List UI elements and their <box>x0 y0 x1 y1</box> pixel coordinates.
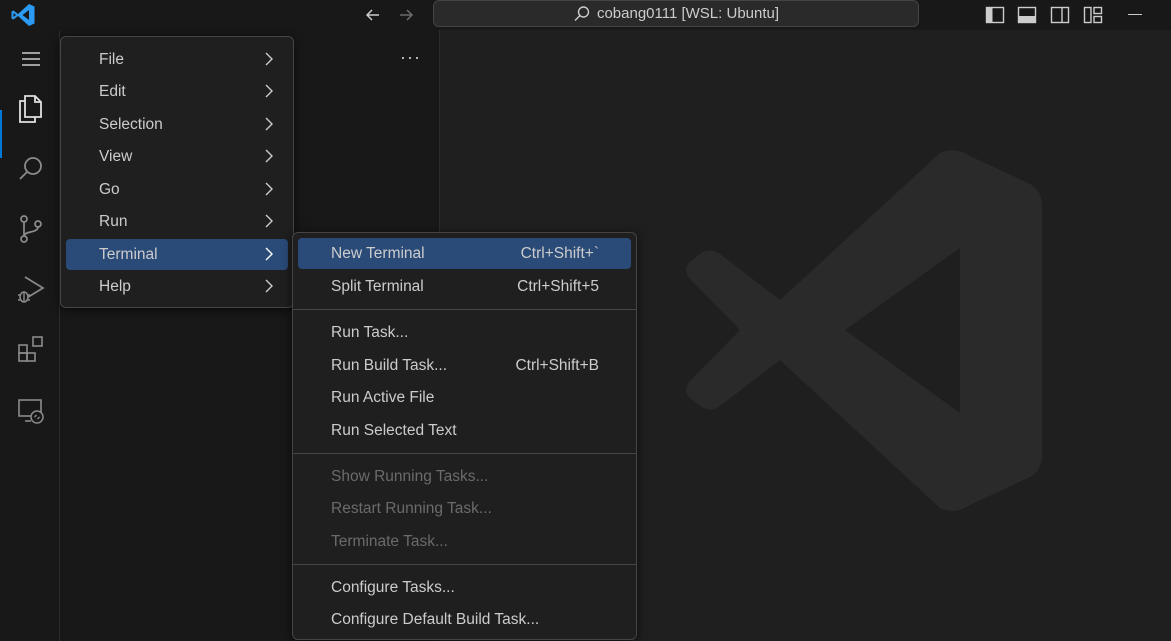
chevron-right-icon <box>265 247 273 261</box>
vscode-watermark-icon <box>686 150 1042 511</box>
menu-item-edit[interactable]: Edit <box>66 76 288 107</box>
customize-layout-icon[interactable] <box>1083 5 1103 25</box>
menu-item-help[interactable]: Help <box>66 271 288 302</box>
menu-item-run-selected-text[interactable]: Run Selected Text <box>298 415 631 446</box>
menu-item-run-active-file[interactable]: Run Active File <box>298 382 631 413</box>
menu-item-label: Run <box>99 212 128 230</box>
menu-item-new-terminal[interactable]: New Terminal Ctrl+Shift+` <box>298 238 631 269</box>
toggle-secondary-sidebar-icon[interactable] <box>1050 5 1070 25</box>
more-actions-button[interactable]: ··· <box>400 47 421 68</box>
shortcut-label: Ctrl+Shift+5 <box>517 277 599 295</box>
menu-separator <box>293 309 636 310</box>
menu-item-label: Go <box>99 180 120 198</box>
chevron-right-icon <box>265 279 273 293</box>
extensions-button[interactable] <box>12 330 50 368</box>
chevron-right-icon <box>265 84 273 98</box>
command-center-label: cobang0111 [WSL: Ubuntu] <box>596 5 780 22</box>
arrow-left-icon <box>365 9 379 21</box>
menu-item-label: Split Terminal <box>331 277 424 295</box>
remote-explorer-button[interactable] <box>12 392 50 430</box>
menu-item-file[interactable]: File <box>66 44 288 75</box>
menu-separator <box>293 453 636 454</box>
menu-item-configure-default-build-task[interactable]: Configure Default Build Task... <box>298 604 631 635</box>
menu-item-show-running-tasks: Show Running Tasks... <box>298 461 631 492</box>
chevron-right-icon <box>265 117 273 131</box>
menu-item-label: File <box>99 50 124 68</box>
menu-item-label: Terminate Task... <box>331 532 448 550</box>
menu-item-restart-running-task: Restart Running Task... <box>298 493 631 524</box>
menu-item-label: Show Running Tasks... <box>331 467 489 485</box>
terminal-submenu: New Terminal Ctrl+Shift+` Split Terminal… <box>292 232 637 640</box>
search-icon <box>19 157 42 180</box>
menu-separator <box>293 564 636 565</box>
arrow-right-icon <box>400 9 414 21</box>
menu-item-label: Selection <box>99 115 163 133</box>
menu-item-label: Edit <box>99 82 126 100</box>
extensions-icon <box>18 336 43 362</box>
activity-bar <box>0 30 60 641</box>
menu-item-label: Help <box>99 277 131 295</box>
menu-item-label: Run Task... <box>331 323 409 341</box>
title-bar: cobang0111 [WSL: Ubuntu] <box>0 0 1171 30</box>
menu-icon <box>22 52 40 66</box>
toggle-primary-sidebar-icon[interactable] <box>985 5 1005 25</box>
shortcut-label: Ctrl+Shift+` <box>520 244 599 262</box>
menu-item-split-terminal[interactable]: Split Terminal Ctrl+Shift+5 <box>298 271 631 302</box>
menu-item-label: Restart Running Task... <box>331 499 492 517</box>
menu-item-label: Configure Tasks... <box>331 578 455 596</box>
menu-item-view[interactable]: View <box>66 141 288 172</box>
menu-item-label: New Terminal <box>331 244 425 262</box>
chevron-right-icon <box>265 214 273 228</box>
chevron-right-icon <box>265 182 273 196</box>
explorer-button[interactable] <box>12 90 50 128</box>
menu-item-run[interactable]: Run <box>66 206 288 237</box>
menu-item-selection[interactable]: Selection <box>66 109 288 140</box>
run-debug-button[interactable] <box>12 270 50 308</box>
menu-item-terminate-task: Terminate Task... <box>298 526 631 557</box>
go-back-button[interactable] <box>362 4 384 26</box>
chevron-right-icon <box>265 52 273 66</box>
active-indicator <box>0 110 2 158</box>
menu-item-label: Run Active File <box>331 388 435 406</box>
minimize-icon[interactable] <box>1128 14 1142 15</box>
vscode-logo-icon <box>11 4 35 26</box>
chevron-right-icon <box>265 149 273 163</box>
shortcut-label: Ctrl+Shift+B <box>515 356 599 374</box>
remote-explorer-icon <box>18 399 44 424</box>
menu-item-run-build-task[interactable]: Run Build Task... Ctrl+Shift+B <box>298 350 631 381</box>
run-debug-icon <box>18 276 45 303</box>
menu-item-configure-tasks[interactable]: Configure Tasks... <box>298 572 631 603</box>
menu-item-terminal[interactable]: Terminal <box>66 239 288 270</box>
menu-item-label: Run Selected Text <box>331 421 457 439</box>
menu-item-label: Terminal <box>99 245 158 263</box>
source-control-button[interactable] <box>12 210 50 248</box>
go-forward-button[interactable] <box>395 4 417 26</box>
menu-item-label: Run Build Task... <box>331 356 448 374</box>
source-control-icon <box>20 215 42 243</box>
command-center[interactable]: cobang0111 [WSL: Ubuntu] <box>433 0 919 27</box>
menu-item-run-task[interactable]: Run Task... <box>298 317 631 348</box>
toggle-panel-icon[interactable] <box>1017 5 1037 25</box>
search-icon <box>574 5 590 21</box>
application-menu-button[interactable] <box>12 40 50 78</box>
menu-item-go[interactable]: Go <box>66 174 288 205</box>
menu-item-label: View <box>99 147 133 165</box>
application-menu: File Edit Selection View Go Run Terminal… <box>60 36 294 308</box>
search-button[interactable] <box>12 150 50 188</box>
explorer-icon <box>19 95 42 123</box>
menu-item-label: Configure Default Build Task... <box>331 610 540 628</box>
